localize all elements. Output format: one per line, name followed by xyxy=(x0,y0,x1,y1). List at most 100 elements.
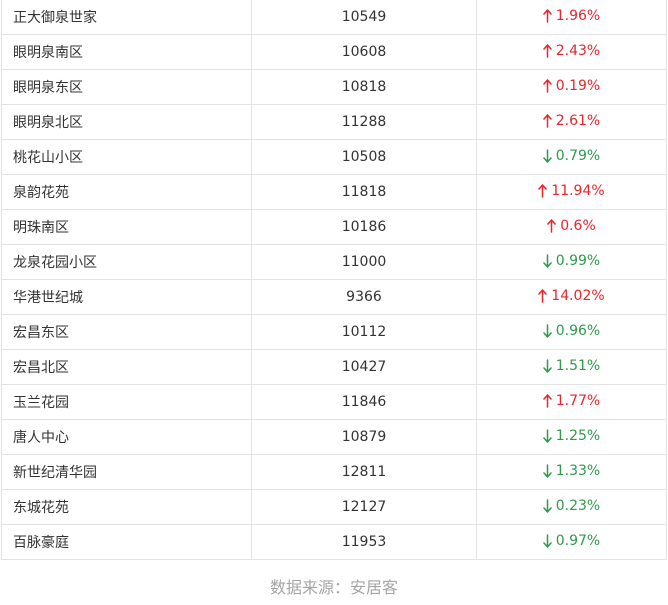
change-indicator: 1.77% xyxy=(543,393,600,409)
table-body: 正大御泉世家 10549 1.96% 眼明泉南区 10608 2.43% 眼明泉东区 1081… xyxy=(1,0,667,560)
change-indicator: 2.43% xyxy=(543,43,600,59)
table-row: 百脉豪庭 11953 0.97% xyxy=(1,524,667,560)
change-cell: 14.02% xyxy=(476,279,667,315)
change-value: 0.23% xyxy=(555,497,601,514)
community-name-cell: 华港世纪城 xyxy=(1,279,252,315)
change-value: 1.25% xyxy=(555,427,601,444)
change-value: 0.99% xyxy=(555,252,601,269)
change-cell: 1.96% xyxy=(476,0,667,35)
price-cell: 11818 xyxy=(251,174,477,210)
community-name-cell: 眼明泉东区 xyxy=(1,69,252,105)
community-name-cell: 新世纪清华园 xyxy=(1,454,252,490)
change-cell: 0.97% xyxy=(476,524,667,560)
table-row: 眼明泉东区 10818 0.19% xyxy=(1,69,667,105)
change-indicator: 14.02% xyxy=(538,288,605,304)
arrow-up-icon xyxy=(543,78,552,93)
change-indicator: 1.33% xyxy=(543,463,600,479)
change-cell: 11.94% xyxy=(476,174,667,210)
change-value: 1.51% xyxy=(555,357,601,374)
arrow-up-icon xyxy=(538,183,548,198)
community-name-cell: 泉韵花苑 xyxy=(1,174,252,210)
change-cell: 1.77% xyxy=(476,384,667,420)
arrow-up-icon xyxy=(538,288,548,303)
change-cell: 0.96% xyxy=(476,314,667,350)
table-row: 新世纪清华园 12811 1.33% xyxy=(1,454,667,490)
change-value: 0.97% xyxy=(555,532,601,549)
community-name-cell: 唐人中心 xyxy=(1,419,252,455)
price-cell: 12811 xyxy=(251,454,477,490)
change-cell: 1.51% xyxy=(476,349,667,385)
data-source-caption: 数据来源：安居客 xyxy=(269,578,398,597)
price-cell: 9366 xyxy=(251,279,477,315)
community-name-cell: 明珠南区 xyxy=(1,209,252,245)
community-name-cell: 桃花山小区 xyxy=(1,139,252,175)
table-row: 华港世纪城 9366 14.02% xyxy=(1,279,667,315)
change-indicator: 0.79% xyxy=(543,148,600,164)
price-cell: 11288 xyxy=(251,104,477,140)
table-row: 眼明泉北区 11288 2.61% xyxy=(1,104,667,140)
price-cell: 10508 xyxy=(251,139,477,175)
arrow-down-icon xyxy=(543,498,552,513)
change-value: 0.79% xyxy=(555,147,601,164)
table-row: 东城花苑 12127 0.23% xyxy=(1,489,667,525)
arrow-down-icon xyxy=(543,428,552,443)
change-cell: 0.6% xyxy=(476,209,667,245)
change-indicator: 11.94% xyxy=(538,182,605,199)
table-row: 龙泉花园小区 11000 0.99% xyxy=(1,244,667,280)
community-name-cell: 宏昌北区 xyxy=(1,349,252,385)
arrow-down-icon xyxy=(543,358,552,373)
page: 正大御泉世家 10549 1.96% 眼明泉南区 10608 2.43% 眼明泉东区 1081… xyxy=(0,0,668,605)
change-value: 1.96% xyxy=(555,7,601,24)
community-name-cell: 玉兰花园 xyxy=(1,384,252,420)
price-cell: 10608 xyxy=(251,34,477,70)
price-cell: 11953 xyxy=(251,524,477,560)
change-value: 0.96% xyxy=(555,322,601,339)
change-indicator: 0.6% xyxy=(547,218,596,234)
table-row: 正大御泉世家 10549 1.96% xyxy=(1,0,667,35)
change-value: 2.61% xyxy=(555,112,601,129)
price-cell: 10818 xyxy=(251,69,477,105)
table-row: 桃花山小区 10508 0.79% xyxy=(1,139,667,175)
change-indicator: 1.96% xyxy=(543,8,600,24)
change-cell: 1.33% xyxy=(476,454,667,490)
table-row: 唐人中心 10879 1.25% xyxy=(1,419,667,455)
change-cell: 2.61% xyxy=(476,104,667,140)
arrow-up-icon xyxy=(543,43,552,58)
change-indicator: 0.99% xyxy=(543,253,600,269)
table-row: 眼明泉南区 10608 2.43% xyxy=(1,34,667,70)
arrow-up-icon xyxy=(543,8,552,23)
change-indicator: 1.51% xyxy=(543,358,600,374)
change-indicator: 2.61% xyxy=(543,113,600,129)
price-cell: 10549 xyxy=(251,0,477,35)
price-cell: 10427 xyxy=(251,349,477,385)
table-row: 玉兰花园 11846 1.77% xyxy=(1,384,667,420)
change-indicator: 1.25% xyxy=(543,428,600,444)
change-cell: 2.43% xyxy=(476,34,667,70)
change-value: 0.19% xyxy=(555,77,601,94)
change-indicator: 0.96% xyxy=(543,323,600,339)
community-name-cell: 眼明泉南区 xyxy=(1,34,252,70)
price-cell: 11000 xyxy=(251,244,477,280)
community-name-cell: 百脉豪庭 xyxy=(1,524,252,560)
change-cell: 1.25% xyxy=(476,419,667,455)
change-value: 11.94% xyxy=(551,182,605,199)
arrow-up-icon xyxy=(547,218,556,233)
change-cell: 0.99% xyxy=(476,244,667,280)
arrow-down-icon xyxy=(543,463,552,478)
community-name-cell: 眼明泉北区 xyxy=(1,104,252,140)
change-value: 2.43% xyxy=(555,42,601,59)
price-cell: 10186 xyxy=(251,209,477,245)
arrow-down-icon xyxy=(543,253,552,268)
change-indicator: 0.19% xyxy=(543,78,600,94)
table-row: 明珠南区 10186 0.6% xyxy=(1,209,667,245)
community-name-cell: 正大御泉世家 xyxy=(1,0,252,35)
price-cell: 10879 xyxy=(251,419,477,455)
change-cell: 0.79% xyxy=(476,139,667,175)
change-indicator: 0.97% xyxy=(543,533,600,549)
community-name-cell: 东城花苑 xyxy=(1,489,252,525)
change-indicator: 0.23% xyxy=(543,498,600,514)
price-table: 正大御泉世家 10549 1.96% 眼明泉南区 10608 2.43% 眼明泉东区 1081… xyxy=(1,0,667,560)
change-value: 0.6% xyxy=(560,217,596,234)
change-value: 1.33% xyxy=(555,462,601,479)
arrow-up-icon xyxy=(543,113,552,128)
